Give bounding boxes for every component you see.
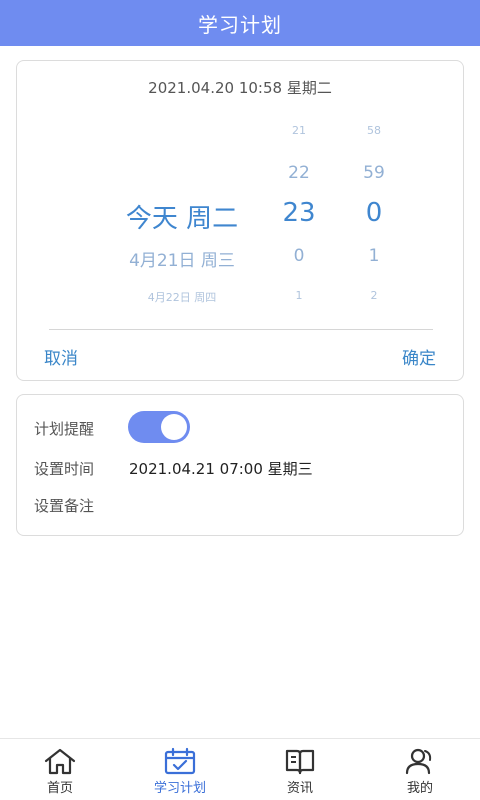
calendar-check-icon xyxy=(164,747,196,775)
reminder-label: 计划提醒 xyxy=(34,420,95,438)
minute-option[interactable]: 58 xyxy=(344,124,404,137)
minute-option[interactable]: 2 xyxy=(344,289,404,302)
home-icon xyxy=(44,748,76,775)
toggle-knob xyxy=(161,414,187,440)
tab-mine[interactable]: 我的 xyxy=(360,739,480,800)
date-option[interactable]: 4月22日 周四 xyxy=(87,289,277,305)
hour-option[interactable]: 1 xyxy=(269,289,329,302)
plan-settings-card: 计划提醒 设置时间 2021.04.21 07:00 星期三 设置备注 xyxy=(16,394,464,536)
picker-divider xyxy=(49,329,433,330)
page-title: 学习计划 xyxy=(198,12,282,37)
cancel-button[interactable]: 取消 xyxy=(44,344,78,369)
minute-option-selected[interactable]: 0 xyxy=(344,198,404,228)
hour-option-selected[interactable]: 23 xyxy=(269,198,329,228)
note-label[interactable]: 设置备注 xyxy=(34,495,94,516)
book-icon xyxy=(285,749,315,775)
tab-study-plan[interactable]: 学习计划 xyxy=(120,739,240,800)
hour-option[interactable]: 22 xyxy=(269,163,329,183)
datetime-picker-card: 2021.04.20 10:58 星期二 今天 周二 4月21日 周三 4月22… xyxy=(16,60,464,381)
app-header: 学习计划 xyxy=(0,0,480,46)
time-label: 设置时间 xyxy=(34,460,95,478)
bottom-tab-bar: 首页 学习计划 资讯 我的 xyxy=(0,738,480,800)
minute-option[interactable]: 59 xyxy=(344,163,404,183)
tab-label: 资讯 xyxy=(286,781,313,796)
time-value[interactable]: 2021.04.21 07:00 星期三 xyxy=(129,458,313,479)
tab-home[interactable]: 首页 xyxy=(0,739,120,800)
hour-option[interactable]: 21 xyxy=(269,124,329,137)
hour-option[interactable]: 0 xyxy=(269,246,329,266)
picker-current-datetime: 2021.04.20 10:58 星期二 xyxy=(148,79,332,97)
reminder-toggle[interactable] xyxy=(128,411,190,443)
minute-option[interactable]: 1 xyxy=(344,246,404,266)
user-icon xyxy=(405,748,432,775)
tab-label: 我的 xyxy=(406,781,433,796)
tab-news[interactable]: 资讯 xyxy=(240,739,360,800)
date-option[interactable]: 4月21日 周三 xyxy=(87,246,277,271)
tab-label: 学习计划 xyxy=(153,781,206,796)
date-option-selected[interactable]: 今天 周二 xyxy=(87,198,277,235)
confirm-button[interactable]: 确定 xyxy=(402,344,436,369)
tab-label: 首页 xyxy=(46,781,73,796)
